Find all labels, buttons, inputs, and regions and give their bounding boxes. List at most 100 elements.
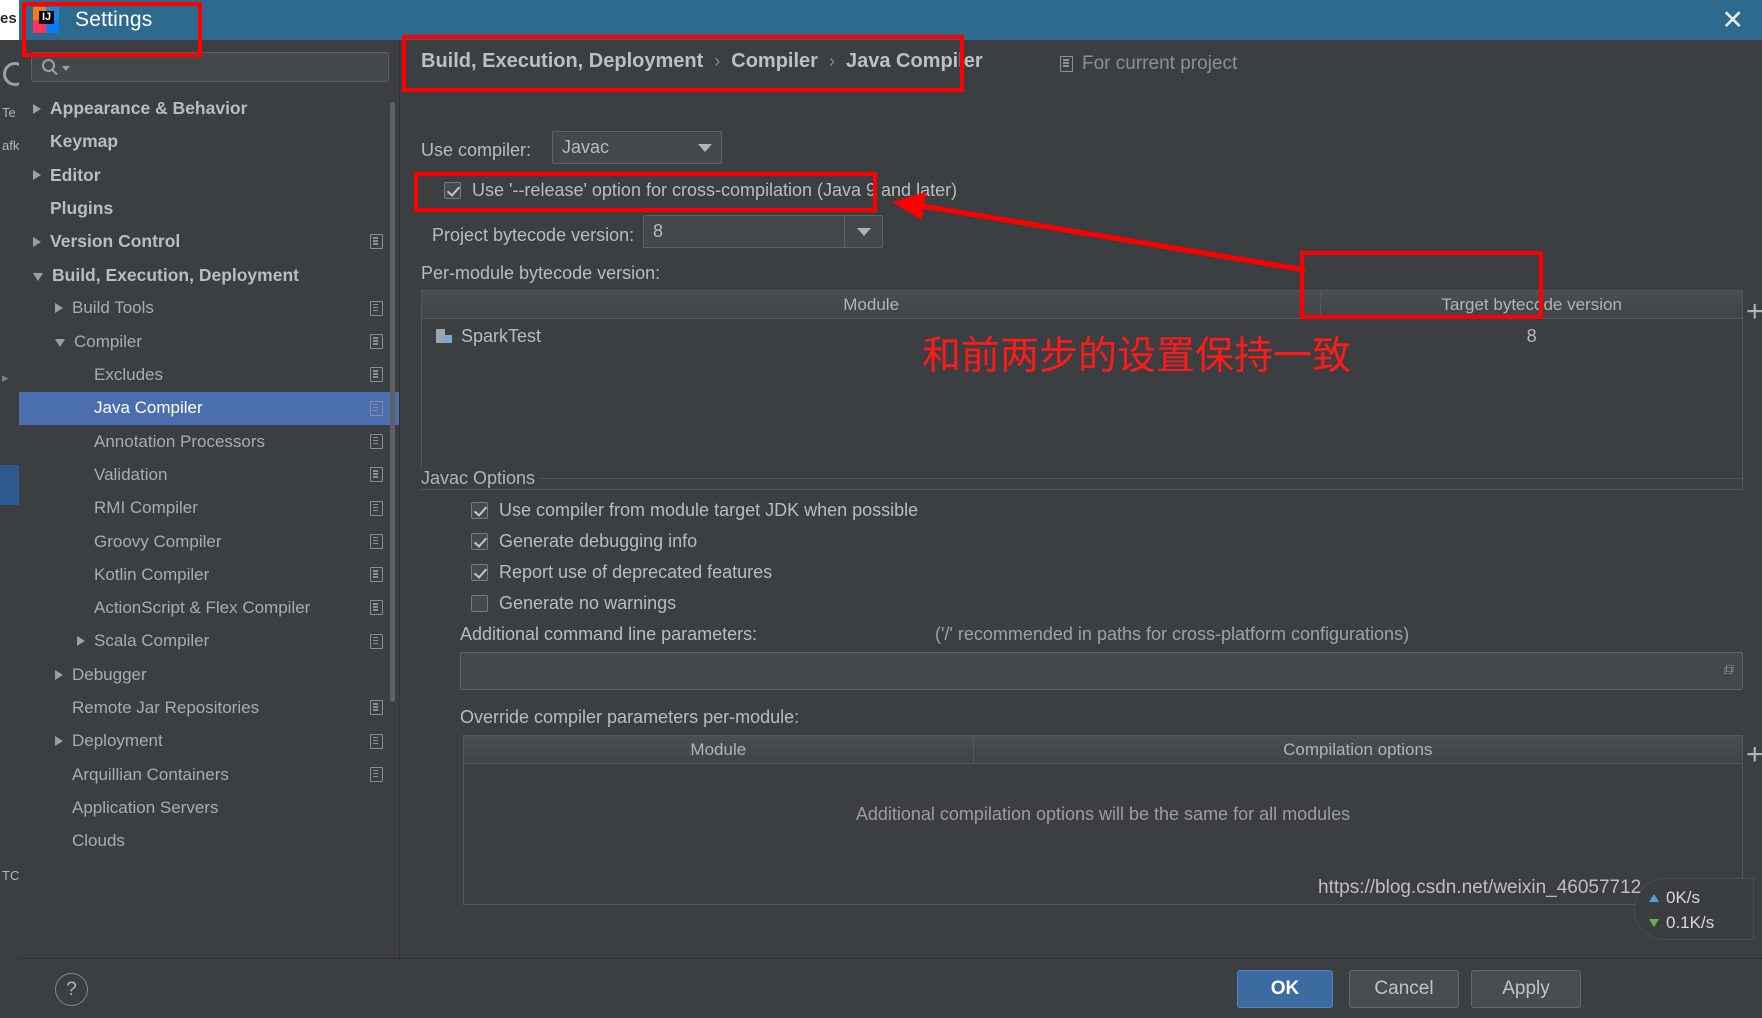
javac-option-checkbox-1[interactable] (471, 533, 488, 550)
sidebar-item-deployment[interactable]: Deployment (19, 725, 399, 758)
chevron-right-icon[interactable] (55, 669, 63, 680)
sidebar-item-rmi-compiler[interactable]: RMI Compiler (19, 492, 399, 525)
sidebar-item-clouds[interactable]: Clouds (19, 825, 399, 858)
sidebar-scrollbar[interactable] (390, 102, 395, 702)
sidebar-item-excludes[interactable]: Excludes (19, 358, 399, 391)
sidebar-item-appearance-behavior[interactable]: Appearance & Behavior (19, 92, 399, 125)
chevron-right-icon[interactable] (55, 303, 63, 314)
sidebar-item-arquillian-containers[interactable]: Arquillian Containers (19, 758, 399, 791)
cancel-button[interactable]: Cancel (1349, 970, 1459, 1008)
background-chevron-icon: ▸ (2, 370, 9, 385)
use-release-option-checkbox-row[interactable]: Use '--release' option for cross-compila… (433, 180, 957, 201)
breadcrumb-item-1[interactable]: Compiler (731, 50, 818, 73)
javac-option-checkbox-3[interactable] (471, 595, 488, 612)
copy-settings-icon[interactable] (370, 633, 383, 649)
apply-button[interactable]: Apply (1471, 970, 1581, 1008)
copy-settings-icon[interactable] (370, 467, 383, 483)
settings-dialog: IJ Settings ✕ Appearance & Behavior Keyma… (19, 0, 1762, 1018)
javac-option-row-1[interactable]: Generate debugging info (460, 531, 697, 552)
close-icon[interactable]: ✕ (1721, 7, 1744, 34)
additional-params-input[interactable]: ⧉ (460, 652, 1743, 690)
settings-search-input[interactable] (31, 52, 389, 82)
copy-settings-icon[interactable] (370, 334, 383, 350)
sidebar-item-kotlin-compiler[interactable]: Kotlin Compiler (19, 558, 399, 591)
sidebar-item-label: Keymap (50, 131, 119, 152)
javac-option-row-3[interactable]: Generate no warnings (460, 593, 676, 614)
copy-settings-icon[interactable] (370, 234, 383, 250)
copy-settings-icon[interactable] (370, 533, 383, 549)
copy-settings-icon[interactable] (370, 367, 383, 383)
table-header-row: Module Compilation options (464, 736, 1742, 764)
column-header-module[interactable]: Module (422, 291, 1322, 318)
sidebar-item-actionscript-flex-compiler[interactable]: ActionScript & Flex Compiler (19, 591, 399, 624)
sidebar-item-application-servers[interactable]: Application Servers (19, 791, 399, 824)
sidebar-item-validation[interactable]: Validation (19, 458, 399, 491)
chevron-right-icon[interactable] (77, 636, 85, 647)
sidebar-item-build-execution-deployment[interactable]: Build, Execution, Deployment (19, 258, 399, 291)
add-override-button[interactable]: + (1746, 740, 1762, 770)
sidebar-item-label: Java Compiler (94, 398, 203, 418)
chevron-down-icon[interactable] (856, 227, 871, 236)
use-release-option-label: Use '--release' option for cross-compila… (472, 180, 958, 200)
chevron-right-icon[interactable] (55, 736, 63, 747)
javac-option-row-0[interactable]: Use compiler from module target JDK when… (460, 500, 918, 521)
project-bytecode-version-dropdown[interactable]: 8 (643, 215, 883, 248)
sidebar-item-groovy-compiler[interactable]: Groovy Compiler (19, 525, 399, 558)
sidebar-item-debugger[interactable]: Debugger (19, 658, 399, 691)
add-module-button[interactable]: + (1746, 297, 1762, 327)
copy-settings-icon[interactable] (370, 733, 383, 749)
sidebar-item-version-control[interactable]: Version Control (19, 225, 399, 258)
sidebar-item-label: Deployment (72, 731, 163, 751)
sidebar-item-label: ActionScript & Flex Compiler (94, 598, 311, 618)
use-release-option-checkbox[interactable] (444, 182, 461, 199)
breadcrumb-item-2[interactable]: Java Compiler (846, 50, 983, 73)
ok-button[interactable]: OK (1237, 970, 1333, 1008)
chevron-down-icon[interactable] (698, 143, 712, 152)
copy-settings-icon[interactable] (370, 400, 383, 416)
sidebar-item-editor[interactable]: Editor (19, 159, 399, 192)
copy-settings-icon[interactable] (370, 766, 383, 782)
use-compiler-dropdown[interactable]: Javac (552, 131, 722, 164)
javac-option-row-2[interactable]: Report use of deprecated features (460, 562, 772, 583)
sidebar-item-java-compiler[interactable]: Java Compiler (19, 391, 399, 425)
copy-settings-icon[interactable] (370, 700, 383, 716)
upload-speed: 0K/s (1666, 887, 1701, 907)
settings-tree[interactable]: Appearance & Behavior Keymap Editor Plugins… (19, 92, 399, 858)
sidebar-item-label: RMI Compiler (94, 498, 198, 518)
background-label-tc: TC (2, 868, 20, 883)
help-button[interactable]: ? (55, 973, 88, 1006)
cell-target-bytecode-version[interactable]: 8 (1321, 326, 1742, 347)
chevron-down-icon[interactable] (33, 272, 43, 281)
chevron-right-icon[interactable] (33, 103, 41, 114)
sidebar-item-annotation-processors[interactable]: Annotation Processors (19, 425, 399, 458)
chevron-right-icon[interactable] (33, 170, 41, 181)
sidebar-item-keymap[interactable]: Keymap (19, 125, 399, 158)
per-module-bytecode-table[interactable]: Module Target bytecode version SparkTest… (421, 290, 1743, 490)
sidebar-item-compiler[interactable]: Compiler (19, 325, 399, 358)
column-header-module[interactable]: Module (464, 736, 974, 763)
copy-settings-icon[interactable] (370, 500, 383, 516)
sidebar-item-label: Groovy Compiler (94, 531, 222, 551)
chevron-right-icon[interactable] (33, 236, 41, 247)
breadcrumb-item-0[interactable]: Build, Execution, Deployment (421, 50, 703, 73)
chevron-down-icon[interactable] (62, 66, 70, 71)
copy-settings-icon[interactable] (370, 300, 383, 316)
javac-option-label-1: Generate debugging info (499, 531, 698, 551)
background-label-afk: afk (2, 138, 20, 153)
chevron-down-icon[interactable] (55, 339, 65, 348)
sidebar-item-build-tools[interactable]: Build Tools (19, 292, 399, 325)
column-header-compilation-options[interactable]: Compilation options (974, 736, 1742, 763)
module-icon (436, 329, 452, 343)
project-bytecode-version-label: Project bytecode version: (432, 225, 635, 245)
copy-settings-icon[interactable] (370, 600, 383, 616)
column-header-target-bytecode-version[interactable]: Target bytecode version (1321, 291, 1742, 318)
copy-settings-icon[interactable] (370, 433, 383, 449)
sidebar-item-remote-jar-repositories[interactable]: Remote Jar Repositories (19, 691, 399, 724)
javac-option-checkbox-2[interactable] (471, 564, 488, 581)
sidebar-item-plugins[interactable]: Plugins (19, 192, 399, 225)
javac-option-checkbox-0[interactable] (471, 502, 488, 519)
sidebar-item-scala-compiler[interactable]: Scala Compiler (19, 625, 399, 658)
download-speed: 0.1K/s (1666, 912, 1715, 932)
expand-icon[interactable]: ⧉ (1724, 661, 1734, 678)
copy-settings-icon[interactable] (370, 567, 383, 583)
